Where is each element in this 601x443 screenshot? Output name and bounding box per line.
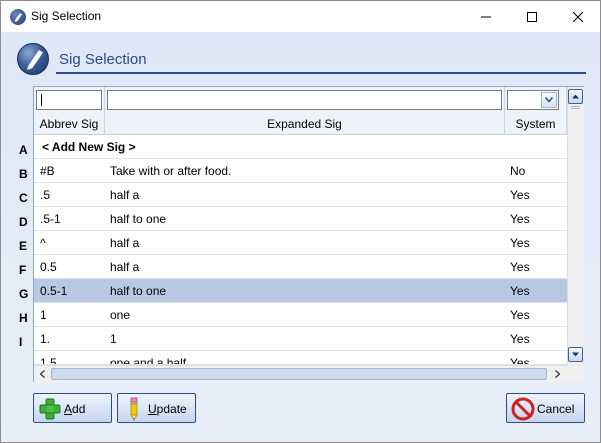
expanded-cell: half to one [110, 212, 167, 226]
scroll-right-button[interactable] [549, 366, 566, 382]
row-letter: D [19, 215, 28, 229]
scroll-down-button[interactable] [568, 347, 583, 362]
system-cell: Yes [510, 308, 530, 322]
abbrev-cell: 0.5-1 [40, 284, 68, 298]
abbrev-cell: .5-1 [40, 212, 61, 226]
scroll-thumb-grip[interactable] [571, 106, 580, 109]
expanded-cell: half a [110, 236, 140, 250]
row-letter: F [19, 263, 27, 277]
expanded-cell: half a [110, 188, 140, 202]
row-letter: E [19, 239, 28, 253]
row-letter: B [19, 167, 28, 181]
abbrev-cell: .5 [40, 188, 51, 202]
update-button-label: Update [148, 402, 187, 416]
header-divider [56, 72, 586, 74]
table-row[interactable]: #B Take with or after food. No [34, 159, 567, 183]
system-cell: Yes [510, 236, 530, 250]
close-button[interactable] [555, 1, 600, 32]
no-entry-icon [511, 397, 535, 421]
system-filter-select[interactable] [507, 90, 559, 110]
sig-selection-window: Sig Selection Sig Selection A B C D E F … [0, 0, 601, 443]
update-button[interactable]: Update [117, 393, 196, 423]
header-pen-icon [17, 43, 49, 75]
row-letter: I [19, 335, 23, 349]
row-letter: C [19, 191, 28, 205]
row-letter: H [19, 311, 28, 325]
expanded-cell: 1 [110, 332, 117, 346]
system-cell: Yes [510, 188, 530, 202]
add-button[interactable]: Add [33, 393, 112, 423]
window-title: Sig Selection [31, 9, 102, 23]
dropdown-button[interactable] [541, 92, 557, 108]
expanded-cell: half to one [110, 284, 167, 298]
chevron-left-icon [40, 370, 45, 378]
table-row[interactable]: 1 one Yes [34, 303, 567, 327]
column-header-abbrev[interactable]: Abbrev Sig [34, 87, 105, 135]
expanded-cell: half a [110, 260, 140, 274]
expanded-cell: Take with or after food. [110, 164, 232, 178]
add-new-sig-label: < Add New Sig > [42, 140, 136, 154]
vertical-scrollbar[interactable] [567, 87, 584, 365]
chevron-down-icon [545, 97, 553, 103]
chevron-down-icon [572, 352, 579, 357]
sig-grid: Abbrev Sig Expanded Sig System < Add New… [33, 86, 584, 382]
abbrev-cell: #B [40, 164, 55, 178]
system-cell: Yes [510, 332, 530, 346]
horizontal-scroll-thumb[interactable] [51, 368, 547, 380]
table-row[interactable]: .5 half a Yes [34, 183, 567, 207]
column-header-expanded[interactable]: Expanded Sig [105, 87, 505, 135]
table-row[interactable]: .5-1 half to one Yes [34, 207, 567, 231]
expanded-cell: one [110, 308, 131, 322]
expanded-filter-input[interactable] [107, 90, 502, 110]
text-caret [41, 94, 42, 106]
abbrev-filter-input[interactable] [36, 90, 102, 110]
table-row-partial[interactable]: 1.5 one and a half Yes [34, 351, 567, 365]
maximize-icon [527, 11, 537, 22]
table-row[interactable]: 0.5 half a Yes [34, 255, 567, 279]
app-pen-icon [10, 9, 26, 25]
system-cell: No [510, 164, 526, 178]
abbrev-cell: 1.5 [40, 356, 57, 365]
table-row-selected[interactable]: 0.5-1 half to one Yes [34, 279, 567, 303]
system-cell: Yes [510, 212, 530, 226]
scroll-up-button[interactable] [568, 89, 583, 104]
row-letter: G [19, 287, 29, 301]
expanded-cell: one and a half [110, 356, 187, 365]
title-bar[interactable]: Sig Selection [1, 1, 600, 32]
minimize-icon [481, 16, 491, 17]
scrollbar-corner [567, 365, 584, 382]
horizontal-scrollbar[interactable] [34, 365, 584, 382]
column-label-abbrev: Abbrev Sig [39, 117, 99, 131]
column-header-system[interactable]: System [505, 87, 567, 135]
page-title: Sig Selection [59, 51, 147, 68]
row-letter: A [19, 143, 28, 157]
close-icon [573, 11, 583, 22]
add-new-row[interactable]: < Add New Sig > [34, 135, 567, 159]
add-button-label: Add [64, 402, 86, 416]
scroll-left-button[interactable] [34, 366, 51, 382]
abbrev-cell: 1 [40, 308, 47, 322]
pencil-icon [130, 397, 138, 421]
dialog-body: Sig Selection A B C D E F G H I Abbrev S… [1, 32, 600, 442]
abbrev-cell: ^ [40, 236, 46, 250]
system-cell: Yes [510, 284, 530, 298]
chevron-right-icon [555, 370, 560, 378]
table-row[interactable]: ^ half a Yes [34, 231, 567, 255]
cancel-button-label: Cancel [537, 402, 575, 416]
maximize-button[interactable] [509, 1, 555, 32]
column-label-system: System [515, 117, 556, 131]
plus-icon [39, 398, 61, 420]
system-cell: Yes [510, 260, 530, 274]
minimize-button[interactable] [463, 1, 509, 32]
chevron-up-icon [572, 94, 579, 99]
column-label-expanded: Expanded Sig [267, 117, 342, 131]
cancel-button[interactable]: Cancel [506, 393, 585, 423]
table-row[interactable]: 1. 1 Yes [34, 327, 567, 351]
abbrev-cell: 0.5 [40, 260, 57, 274]
system-cell: Yes [510, 356, 530, 365]
abbrev-cell: 1. [40, 332, 51, 346]
